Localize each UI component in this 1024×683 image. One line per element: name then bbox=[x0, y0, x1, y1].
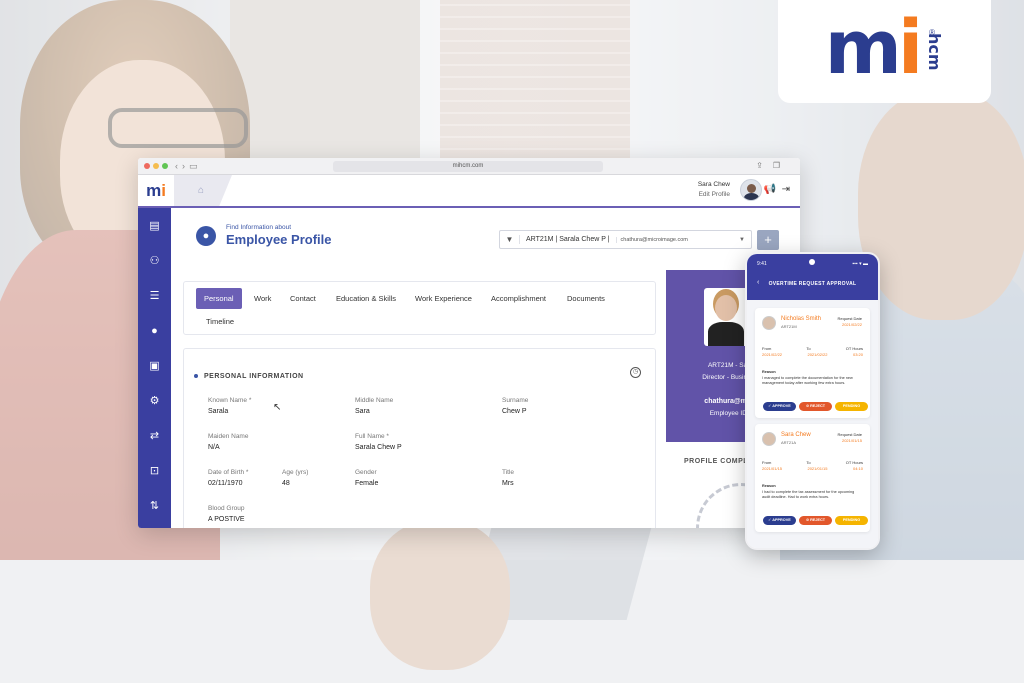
selected-employee: ART21M | Sarala Chew P | bbox=[526, 236, 610, 243]
page-subtitle: Find Information about bbox=[226, 224, 292, 231]
mouse-cursor-icon: ↖ bbox=[273, 402, 282, 413]
tab-contact[interactable]: Contact bbox=[290, 294, 316, 303]
phone-header: 9:41 ▪▪▪ ▾ ▬ ‹ OVERTIME REQUEST APPROVAL bbox=[747, 254, 878, 300]
sidebar-item-scan-icon[interactable]: ⊡ bbox=[138, 453, 171, 488]
browser-chrome: ‹ › ▭ mihcm.com ⇪ ❐ bbox=[138, 158, 800, 175]
status-time: 9:41 bbox=[757, 261, 767, 267]
tab-work-experience[interactable]: Work Experience bbox=[415, 294, 472, 303]
reject-button[interactable]: ⊘ REJECT bbox=[799, 402, 832, 411]
history-icon[interactable]: ◷ bbox=[630, 367, 641, 378]
surname-field[interactable]: Surname Chew P bbox=[502, 397, 528, 415]
back-arrow-icon[interactable]: ‹ bbox=[175, 161, 178, 171]
maiden-name-field[interactable]: Maiden Name N/A bbox=[208, 433, 248, 451]
maximize-window-dot[interactable] bbox=[162, 163, 168, 169]
request-list: Nicholas Smith ART21M Request Date 2021/… bbox=[747, 300, 878, 548]
request-values-row: 2021/01/15 2021/01/15 04:10 bbox=[762, 466, 863, 471]
date-of-birth-field[interactable]: Date of Birth * 02/11/1970 bbox=[208, 469, 248, 487]
gender-field[interactable]: Gender Female bbox=[355, 469, 378, 487]
registered-mark: ® bbox=[929, 28, 935, 37]
sidebar-item-list-icon[interactable]: ☰ bbox=[138, 278, 171, 313]
page-title: Employee Profile bbox=[226, 232, 332, 247]
sidebar-item-team-icon[interactable]: ⚇ bbox=[138, 243, 171, 278]
profile-completion-label: PROFILE COMPL bbox=[684, 458, 749, 465]
age-field[interactable]: Age (yrs) 48 bbox=[282, 469, 308, 487]
avatar bbox=[762, 432, 776, 446]
close-window-dot[interactable] bbox=[144, 163, 150, 169]
sidebar-item-exchange-icon[interactable]: ⇅ bbox=[138, 488, 171, 523]
sidebar-toggle-icon[interactable]: ▭ bbox=[189, 161, 198, 172]
requester-id: ART21A bbox=[781, 440, 797, 445]
known-name-field[interactable]: Known Name * Sarala bbox=[208, 397, 251, 415]
person-icon: ● bbox=[196, 225, 216, 246]
approve-button[interactable]: ✓ APPROVE bbox=[763, 402, 796, 411]
request-date: Request Date 2021/02/22 bbox=[837, 316, 862, 327]
sidebar-item-document-icon[interactable]: ▣ bbox=[138, 348, 171, 383]
sidebar-item-transfer-icon[interactable]: ⇄ bbox=[138, 418, 171, 453]
megaphone-icon[interactable]: 📢 bbox=[764, 184, 776, 195]
avatar bbox=[762, 316, 776, 330]
logo-hcm-text: hcm bbox=[925, 32, 945, 71]
tab-documents[interactable]: Documents bbox=[567, 294, 605, 303]
request-card[interactable]: Nicholas Smith ART21M Request Date 2021/… bbox=[755, 308, 870, 418]
tabs-icon[interactable]: ❐ bbox=[773, 161, 780, 170]
title-field[interactable]: Title Mrs bbox=[502, 469, 514, 487]
sidebar-item-profile-icon[interactable]: ● bbox=[138, 313, 171, 348]
requester-name: Nicholas Smith bbox=[781, 316, 822, 322]
logo-letter-i: i bbox=[897, 4, 924, 91]
avatar[interactable] bbox=[740, 179, 762, 201]
tab-timeline[interactable]: Timeline bbox=[206, 317, 234, 326]
personal-information-card: PERSONAL INFORMATION ◷ Known Name * Sara… bbox=[183, 348, 656, 528]
filter-icon[interactable]: ▼ bbox=[500, 235, 520, 244]
share-icon[interactable]: ⇪ bbox=[756, 161, 763, 170]
page-header: ● Find Information about Employee Profil… bbox=[196, 224, 331, 247]
phone-screen-title: OVERTIME REQUEST APPROVAL bbox=[768, 281, 857, 287]
user-name: Sara Chew bbox=[697, 181, 730, 188]
profile-photo bbox=[704, 288, 748, 346]
app-logo[interactable]: mi bbox=[138, 175, 174, 206]
logo-letter-m: m bbox=[824, 4, 902, 91]
user-info[interactable]: Sara Chew Edit Profile bbox=[698, 180, 730, 200]
reason-label: Reason bbox=[762, 370, 776, 374]
reason-text: I had to complete the tax assessment for… bbox=[762, 490, 855, 499]
app-header: mi ⌂ Sara Chew Edit Profile 📢 ⇥ bbox=[138, 175, 800, 208]
full-name-field[interactable]: Full Name * Sarala Chew P bbox=[355, 433, 402, 451]
status-icons: ▪▪▪ ▾ ▬ bbox=[852, 261, 868, 267]
approve-button[interactable]: ✓ APPROVE bbox=[763, 516, 796, 525]
employee-selector[interactable]: ▼ ART21M | Sarala Chew P | chathura@micr… bbox=[499, 230, 752, 249]
requester-id: ART21M bbox=[781, 324, 797, 329]
tab-work[interactable]: Work bbox=[254, 294, 271, 303]
camera-notch bbox=[809, 259, 815, 265]
profile-tabs: Personal Work Contact Education & Skills… bbox=[183, 281, 656, 335]
reason-text: I managed to complete the documentation … bbox=[762, 376, 853, 385]
add-button[interactable]: + bbox=[757, 230, 779, 250]
minimize-window-dot[interactable] bbox=[153, 163, 159, 169]
tab-personal[interactable]: Personal bbox=[196, 288, 242, 309]
requester-name: Sara Chew bbox=[781, 432, 811, 438]
reject-button[interactable]: ⊘ REJECT bbox=[799, 516, 832, 525]
request-card[interactable]: Sara Chew ART21A Request Date 2021/01/15… bbox=[755, 424, 870, 532]
address-bar[interactable]: mihcm.com bbox=[333, 161, 603, 172]
pending-button[interactable]: PENDING bbox=[835, 516, 868, 525]
request-date: Request Date 2021/01/15 bbox=[837, 432, 862, 443]
reason-label: Reason bbox=[762, 484, 776, 488]
chevron-down-icon[interactable]: ▼ bbox=[739, 237, 745, 243]
selected-employee-email: chathura@microimage.com bbox=[615, 236, 688, 243]
pending-button[interactable]: PENDING bbox=[835, 402, 868, 411]
home-icon[interactable]: ⌂ bbox=[174, 175, 232, 206]
browser-window: ‹ › ▭ mihcm.com ⇪ ❐ mi ⌂ Sara Chew Edit … bbox=[138, 158, 800, 528]
edit-profile-link[interactable]: Edit Profile bbox=[698, 190, 730, 200]
mihcm-logo: m i hcm ® bbox=[778, 0, 991, 103]
blood-group-field[interactable]: Blood Group A POSTIVE bbox=[208, 505, 245, 523]
sidebar-item-user-settings-icon[interactable]: ⚙ bbox=[138, 383, 171, 418]
tab-accomplishment[interactable]: Accomplishment bbox=[491, 294, 546, 303]
section-title: PERSONAL INFORMATION bbox=[194, 373, 304, 380]
sidebar-item-dashboard-icon[interactable]: ▤ bbox=[138, 208, 171, 243]
sidebar: ▤ ⚇ ☰ ● ▣ ⚙ ⇄ ⊡ ⇅ bbox=[138, 208, 171, 528]
mobile-phone: 9:41 ▪▪▪ ▾ ▬ ‹ OVERTIME REQUEST APPROVAL… bbox=[745, 252, 880, 550]
middle-name-field[interactable]: Middle Name Sara bbox=[355, 397, 393, 415]
forward-arrow-icon[interactable]: › bbox=[182, 161, 185, 171]
tab-education-skills[interactable]: Education & Skills bbox=[336, 294, 396, 303]
logout-icon[interactable]: ⇥ bbox=[782, 184, 790, 195]
request-values-row: 2021/02/22 2021/02/22 03:20 bbox=[762, 352, 863, 357]
